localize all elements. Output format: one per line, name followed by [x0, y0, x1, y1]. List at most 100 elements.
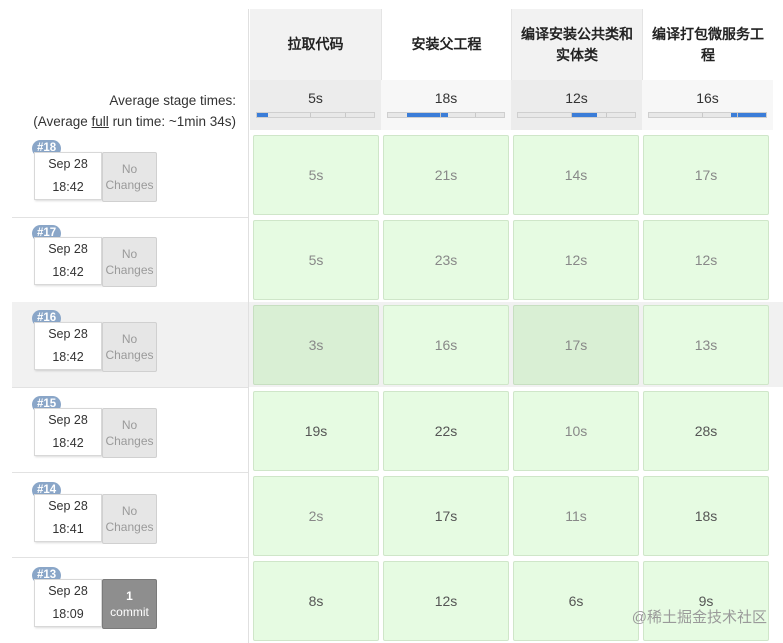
stage-header-compile-common[interactable]: 编译安装公共类和实体类	[511, 9, 642, 80]
stage-cell-checkout[interactable]: 3s	[253, 305, 379, 385]
build-date-card[interactable]: Sep 28 18:42	[34, 322, 102, 370]
changes-line1: No	[121, 162, 138, 176]
stage-cell-install-parent[interactable]: 16s	[383, 305, 509, 385]
build-date-card[interactable]: Sep 28 18:41	[34, 494, 102, 542]
pipeline-stage-view: 拉取代码 安装父工程 编译安装公共类和实体类 编译打包微服务工程 Average…	[0, 0, 783, 643]
avg-time: 16s	[696, 90, 719, 106]
progress-tick	[475, 113, 476, 117]
build-time: 18:41	[52, 522, 84, 536]
stage-cell-checkout[interactable]: 2s	[253, 476, 379, 556]
build-date-card[interactable]: Sep 28 18:09	[34, 579, 102, 627]
build-row-13: #13 Sep 28 18:09 1 commit 8s 12s 6s 9s	[12, 557, 783, 642]
average-stage-times-text: Average stage times:	[109, 93, 236, 108]
avg-progress-fill	[407, 113, 448, 117]
changes-line2: Changes	[105, 263, 154, 277]
build-date: Sep 28	[48, 413, 88, 427]
average-run-time-text: (Average full run time: ~1min 34s)	[0, 111, 236, 132]
stage-cell-install-parent[interactable]: 17s	[383, 476, 509, 556]
full-run-link[interactable]: full	[92, 114, 109, 129]
progress-tick	[702, 113, 703, 117]
avg-progress-fill	[257, 113, 268, 117]
stage-cell-package-services[interactable]: 12s	[643, 220, 769, 300]
watermark-text: @稀土掘金技术社区	[631, 609, 767, 626]
average-run-prefix: (Average	[33, 114, 92, 129]
stage-header-package-services[interactable]: 编译打包微服务工程	[642, 9, 773, 80]
stage-cell-compile-common[interactable]: 12s	[513, 220, 639, 300]
changes-box[interactable]: 1 commit	[102, 579, 157, 629]
avg-time: 5s	[308, 90, 323, 106]
build-row-14: #14 Sep 28 18:41 No Changes 2s 17s 11s 1…	[12, 472, 783, 557]
stage-header-install-parent[interactable]: 安装父工程	[381, 9, 511, 80]
stage-cell-checkout[interactable]: 8s	[253, 561, 379, 641]
avg-progress-fill	[571, 113, 597, 117]
average-run-suffix: run time: ~1min 34s)	[108, 114, 236, 129]
build-date: Sep 28	[48, 499, 88, 513]
build-date: Sep 28	[48, 157, 88, 171]
stage-cell-compile-common[interactable]: 6s	[513, 561, 639, 641]
changes-line2: Changes	[105, 434, 154, 448]
column-divider	[248, 9, 249, 643]
avg-progress-bar	[648, 112, 767, 118]
avg-cell-checkout: 5s	[250, 80, 381, 130]
stage-cell-install-parent[interactable]: 21s	[383, 135, 509, 215]
build-time: 18:09	[52, 607, 84, 621]
stage-cell-compile-common[interactable]: 11s	[513, 476, 639, 556]
build-date-card[interactable]: Sep 28 18:42	[34, 408, 102, 456]
changes-line2: Changes	[105, 178, 154, 192]
changes-line1: 1	[126, 589, 133, 603]
changes-line1: No	[121, 247, 138, 261]
build-row-16: #16 Sep 28 18:42 No Changes 3s 16s 17s 1…	[12, 302, 783, 387]
stage-cell-package-services[interactable]: 18s	[643, 476, 769, 556]
changes-box[interactable]: No Changes	[102, 152, 157, 202]
changes-box[interactable]: No Changes	[102, 237, 157, 287]
build-time: 18:42	[52, 265, 84, 279]
progress-tick	[310, 113, 311, 117]
stage-cell-compile-common[interactable]: 10s	[513, 391, 639, 471]
stage-cell-compile-common[interactable]: 14s	[513, 135, 639, 215]
changes-box[interactable]: No Changes	[102, 408, 157, 458]
stage-cell-compile-common[interactable]: 17s	[513, 305, 639, 385]
changes-line1: No	[121, 418, 138, 432]
changes-line1: No	[121, 332, 138, 346]
changes-line2: Changes	[105, 348, 154, 362]
progress-tick	[440, 113, 441, 117]
build-date-card[interactable]: Sep 28 18:42	[34, 152, 102, 200]
avg-cell-install-parent: 18s	[381, 80, 511, 130]
stage-cell-package-services[interactable]: 28s	[643, 391, 769, 471]
stage-cell-package-services[interactable]: 9s	[643, 561, 769, 641]
changes-box[interactable]: No Changes	[102, 322, 157, 372]
avg-progress-bar	[256, 112, 375, 118]
stage-cell-install-parent[interactable]: 22s	[383, 391, 509, 471]
stage-cell-package-services[interactable]: 17s	[643, 135, 769, 215]
progress-tick	[571, 113, 572, 117]
stage-cell-checkout[interactable]: 5s	[253, 220, 379, 300]
changes-line2: commit	[110, 605, 149, 619]
stage-cell-checkout[interactable]: 5s	[253, 135, 379, 215]
progress-tick	[345, 113, 346, 117]
avg-time: 12s	[565, 90, 588, 106]
stage-cell-install-parent[interactable]: 23s	[383, 220, 509, 300]
build-time: 18:42	[52, 436, 84, 450]
build-row-18: #18 Sep 28 18:42 No Changes 5s 21s 14s 1…	[12, 132, 783, 217]
avg-time: 18s	[434, 90, 458, 106]
avg-cell-compile-common: 12s	[511, 80, 642, 130]
stage-cell-install-parent[interactable]: 12s	[383, 561, 509, 641]
changes-line2: Changes	[105, 520, 154, 534]
build-row-17: #17 Sep 28 18:42 No Changes 5s 23s 12s 1…	[12, 217, 783, 302]
build-date: Sep 28	[48, 584, 88, 598]
stage-cell-package-services[interactable]: 13s	[643, 305, 769, 385]
build-date: Sep 28	[48, 242, 88, 256]
build-date-card[interactable]: Sep 28 18:42	[34, 237, 102, 285]
build-row-15: #15 Sep 28 18:42 No Changes 19s 22s 10s …	[12, 387, 783, 472]
progress-tick	[737, 113, 738, 117]
build-time: 18:42	[52, 180, 84, 194]
stage-cell-checkout[interactable]: 19s	[253, 391, 379, 471]
stage-header-checkout[interactable]: 拉取代码	[250, 9, 381, 80]
average-times-label: Average stage times: (Average full run t…	[0, 80, 242, 130]
progress-tick	[606, 113, 607, 117]
avg-progress-bar	[387, 112, 505, 118]
changes-box[interactable]: No Changes	[102, 494, 157, 544]
avg-cell-package-services: 16s	[642, 80, 773, 130]
build-date: Sep 28	[48, 327, 88, 341]
avg-progress-bar	[517, 112, 636, 118]
